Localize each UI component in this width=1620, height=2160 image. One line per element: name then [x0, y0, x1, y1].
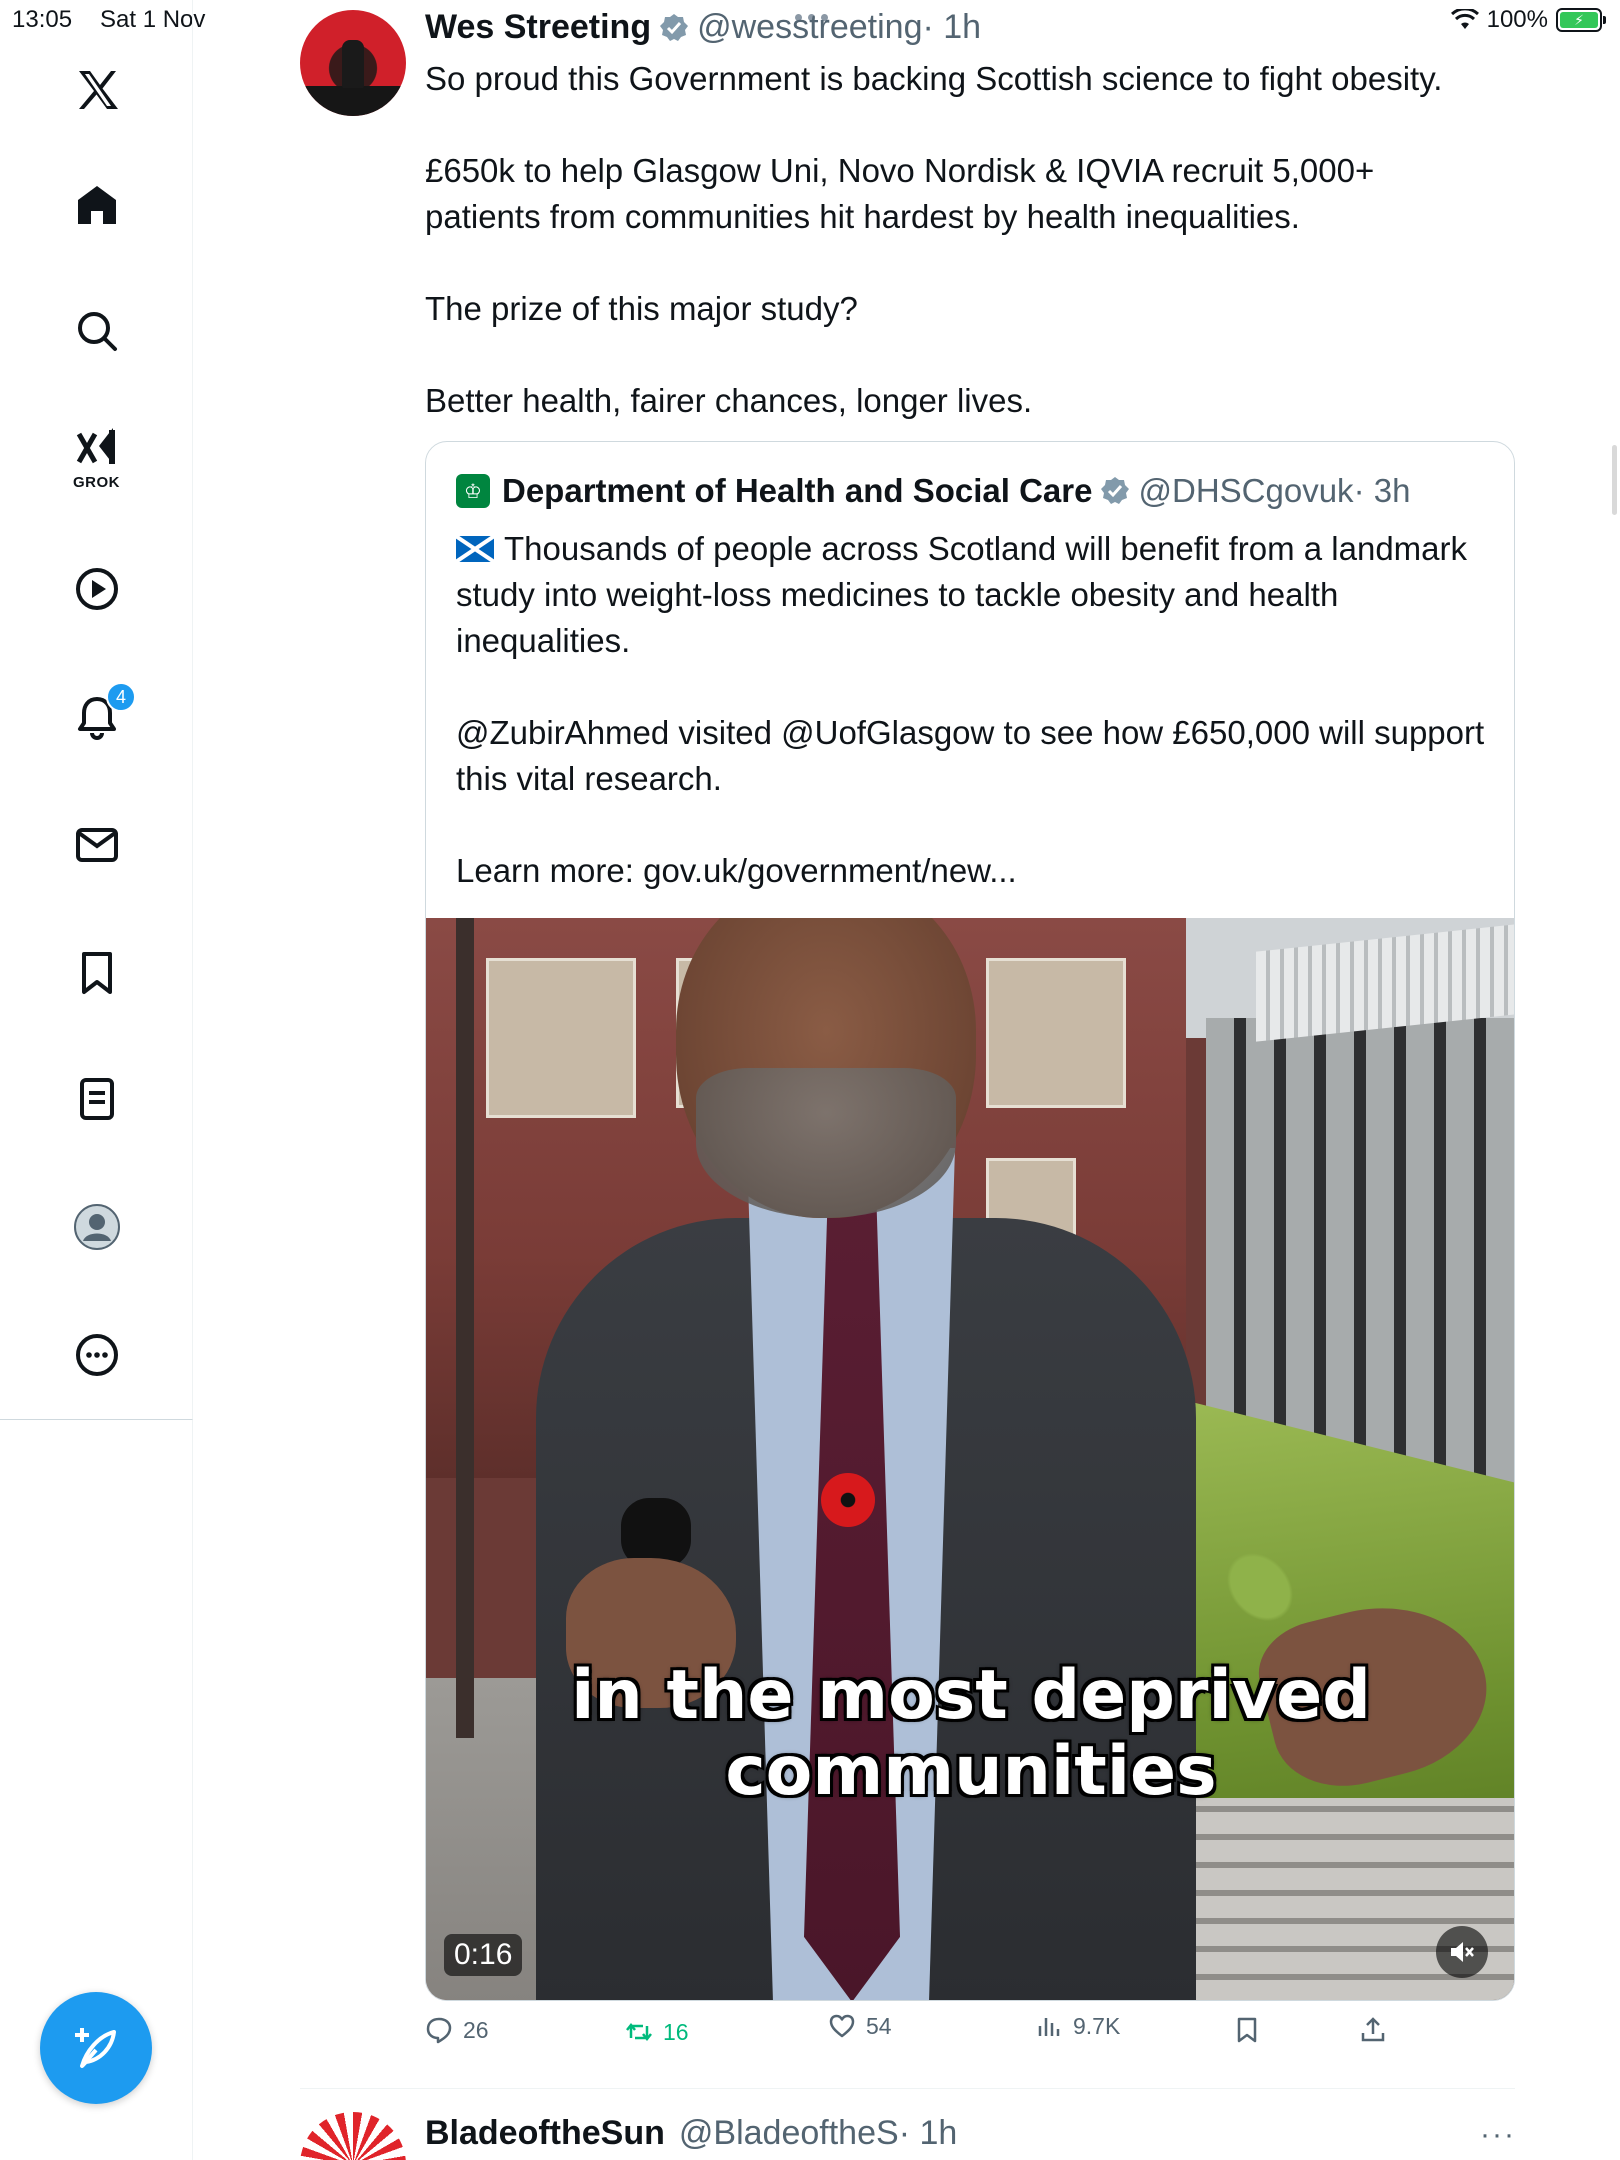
scrollbar-thumb[interactable] — [1612, 445, 1617, 515]
verified-badge-icon — [1101, 477, 1130, 504]
mute-button[interactable] — [1436, 1926, 1488, 1978]
quote-paragraph: @ZubirAhmed visited @UofGlasgow to see h… — [456, 714, 1485, 797]
caption-line: communities — [725, 1732, 1217, 1811]
reply-button[interactable]: 26 — [425, 2016, 489, 2044]
view-count: 9.7K — [1073, 2012, 1121, 2039]
sidebar-item-bookmarks[interactable] — [0, 928, 193, 1018]
more-circle-icon — [75, 1334, 118, 1376]
reply-count: 26 — [463, 2016, 489, 2043]
quote-paragraph: Thousands of people across Scotland will… — [456, 526, 1486, 664]
sidebar-item-video[interactable] — [0, 544, 193, 634]
retweet-icon — [626, 2022, 652, 2042]
compose-button[interactable] — [40, 1992, 152, 2104]
search-icon — [77, 312, 117, 351]
heart-icon — [829, 2014, 855, 2038]
reply-icon — [426, 2017, 452, 2044]
next-tweet-header: BladeoftheSun @BladeoftheS · 1h — [425, 2114, 957, 2153]
next-tweet-more-button[interactable]: ··· — [1480, 2118, 1516, 2152]
author-avatar[interactable] — [300, 10, 406, 116]
tweet-actions: 26 16 54 9.7K — [425, 2012, 1515, 2062]
share-button[interactable] — [1359, 2016, 1387, 2044]
tweet-divider — [300, 2088, 1515, 2089]
quote-paragraph-text: Thousands of people across Scotland will… — [456, 530, 1468, 659]
quote-time: · 3h — [1353, 472, 1411, 509]
quote-paragraph: Learn more: gov.uk/government/new... — [456, 852, 1017, 889]
battery-percent: 100% — [1486, 6, 1548, 33]
bookmark-icon — [1237, 2017, 1257, 2043]
like-button[interactable]: 54 — [828, 2012, 892, 2040]
play-circle-icon — [75, 568, 118, 610]
quote-author-handle[interactable]: @DHSCgovuk — [1138, 472, 1353, 510]
quoted-tweet-card[interactable]: ♔ Department of Health and Social Care @… — [425, 441, 1515, 2001]
author-handle[interactable]: @wesstreeting — [697, 8, 922, 47]
tweet-paragraph: £650k to help Glasgow Uni, Novo Nordisk … — [425, 152, 1375, 235]
envelope-icon — [75, 828, 118, 862]
tweet-time: · 1h — [922, 8, 982, 46]
x-logo-icon[interactable] — [0, 45, 193, 135]
status-indicators: 100% ⚡ — [1450, 6, 1606, 34]
video-player[interactable]: in the most deprived communities 0:16 — [426, 918, 1514, 2000]
tweet-paragraph: Better health, fairer chances, longer li… — [425, 382, 1033, 419]
next-author-name[interactable]: BladeoftheSun — [425, 2114, 665, 2153]
sidebar-item-profile[interactable] — [0, 1182, 193, 1272]
speaker-muted-icon — [1451, 1942, 1474, 1962]
grok-icon — [76, 427, 115, 464]
grok-label: GROK — [73, 473, 120, 491]
sidebar-item-grok[interactable]: GROK — [0, 412, 193, 502]
tweet-text: So proud this Government is backing Scot… — [425, 56, 1515, 424]
bar-chart-icon — [1038, 2018, 1060, 2036]
wifi-icon — [1450, 9, 1479, 29]
next-tweet-time: · 1h — [898, 2114, 958, 2152]
scotland-flag-icon — [456, 536, 494, 562]
home-icon — [77, 186, 116, 224]
next-tweet-avatar[interactable] — [300, 2112, 406, 2160]
video-caption: in the most deprived communities — [426, 1656, 1514, 1811]
notification-badge: 4 — [106, 682, 136, 712]
poppy-icon — [821, 1473, 875, 1527]
sidebar-item-search[interactable] — [0, 286, 193, 376]
sidebar-item-articles[interactable] — [0, 1054, 193, 1144]
profile-avatar-icon — [73, 1204, 120, 1250]
tweet-paragraph: The prize of this major study? — [425, 290, 858, 327]
next-author-handle[interactable]: @BladeoftheS — [679, 2114, 899, 2153]
retweet-count: 16 — [663, 2018, 689, 2045]
quote-text: Thousands of people across Scotland will… — [456, 526, 1486, 894]
video-duration: 0:16 — [444, 1934, 523, 1976]
quote-author-name[interactable]: Department of Health and Social Care — [502, 472, 1092, 510]
caption-line: in the most deprived — [571, 1656, 1371, 1735]
tweet-paragraph: So proud this Government is backing Scot… — [425, 60, 1443, 97]
share-icon — [1361, 2017, 1385, 2042]
bookmark-button[interactable] — [1233, 2016, 1261, 2044]
bookmark-icon — [81, 952, 112, 994]
views-button[interactable]: 9.7K — [1035, 2012, 1120, 2040]
like-count: 54 — [866, 2012, 892, 2039]
sidebar-item-more[interactable] — [0, 1310, 193, 1400]
retweet-button[interactable]: 16 — [625, 2018, 689, 2046]
verified-badge-icon — [660, 13, 689, 41]
article-icon — [79, 1078, 114, 1120]
quote-header: ♔ Department of Health and Social Care @… — [456, 472, 1410, 510]
sidebar-item-notifications[interactable]: 4 — [0, 672, 193, 762]
tweet-header: Wes Streeting @wesstreeting · 1h — [425, 8, 981, 47]
sidebar-item-messages[interactable] — [0, 800, 193, 890]
sidebar-nav: GROK 4 — [0, 0, 193, 1420]
sidebar-item-home[interactable] — [0, 160, 193, 250]
compose-icon — [75, 2028, 116, 2068]
gov-crown-icon: ♔ — [456, 474, 490, 508]
battery-icon: ⚡ — [1556, 8, 1606, 32]
author-name[interactable]: Wes Streeting — [425, 8, 651, 47]
